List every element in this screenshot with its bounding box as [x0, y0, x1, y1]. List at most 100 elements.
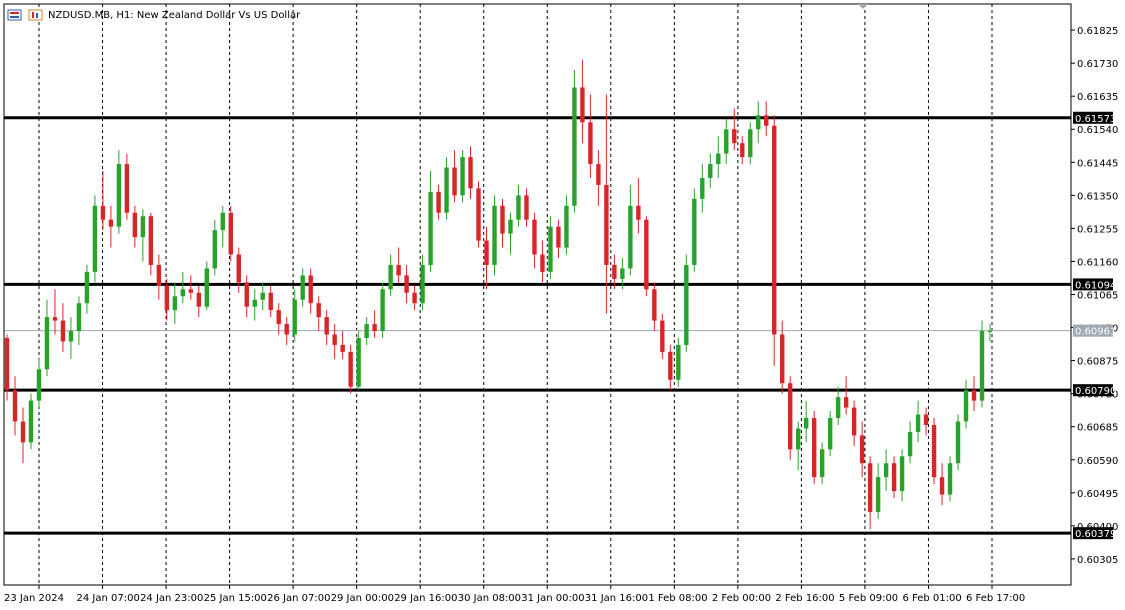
candle-body: [931, 424, 937, 478]
candle-body: [572, 87, 577, 206]
candle: [764, 101, 769, 137]
candle: [92, 195, 98, 283]
chart-type-icon[interactable]: [7, 9, 22, 21]
candle: [604, 94, 609, 314]
candle-body: [803, 418, 809, 429]
candle: [684, 254, 689, 352]
candle-body: [716, 153, 721, 165]
candle-body: [332, 334, 337, 345]
candle: [795, 421, 801, 471]
candle-body: [724, 129, 729, 154]
candle: [532, 212, 537, 269]
candle-body: [644, 219, 649, 290]
candle: [939, 463, 945, 505]
x-tick-label: 2 Feb 00:00: [712, 593, 771, 604]
chart-shift-marker[interactable]: [858, 4, 868, 9]
y-tick-label: 0.61635: [1077, 92, 1118, 103]
price-chart[interactable]: 23 Jan 2024 24 Jan 07:00 24 Jan 23:00 25 Ja…: [0, 0, 1125, 610]
candle: [508, 212, 513, 255]
candle: [460, 150, 465, 203]
candle: [364, 317, 369, 345]
candle-body: [268, 292, 273, 311]
candle: [292, 289, 297, 342]
candle-body: [604, 184, 609, 265]
candle-body: [260, 292, 265, 300]
y-tick-label: 0.61255: [1077, 224, 1118, 235]
candle: [172, 282, 178, 325]
x-tick-label: 31 Jan 00:00: [521, 593, 584, 604]
candle-body: [12, 390, 18, 422]
candle-body: [460, 157, 465, 196]
candle: [220, 205, 225, 248]
candle: [628, 184, 633, 276]
candle: [300, 268, 305, 307]
candle: [851, 400, 857, 446]
candle-body: [116, 164, 122, 227]
level-price-label: 0.61573: [1073, 111, 1116, 125]
candle: [140, 209, 146, 262]
candle-body: [676, 344, 681, 380]
x-tick-label: 1 Feb 08:00: [648, 593, 707, 604]
candle: [819, 442, 825, 485]
candle-body: [284, 324, 289, 335]
candle-body: [308, 275, 313, 304]
candle: [244, 275, 249, 318]
level-price-label: 0.60379: [1073, 527, 1116, 540]
level-price-label: 0.61094: [1073, 278, 1116, 291]
candle: [28, 393, 34, 450]
x-tick-label: 6 Feb 01:00: [902, 593, 961, 604]
candle-body: [947, 463, 953, 495]
candle-body: [100, 205, 106, 220]
candle-body: [172, 296, 178, 311]
candle-body: [835, 397, 841, 419]
candle: [580, 59, 585, 144]
candle-body: [300, 275, 305, 300]
candle: [700, 164, 705, 213]
candle: [708, 153, 713, 189]
candle-body: [780, 334, 785, 384]
candle-body: [388, 264, 393, 290]
candle-body: [156, 264, 162, 286]
candle: [588, 94, 593, 178]
candle-body: [516, 195, 521, 220]
candle-body: [508, 219, 513, 234]
candle-body: [867, 463, 873, 512]
candle-body: [316, 303, 321, 318]
x-tick-label: 24 Jan 23:00: [140, 593, 203, 604]
level-price-label: 0.60790: [1073, 384, 1116, 397]
axes: 23 Jan 2024 24 Jan 07:00 24 Jan 23:00 25 Ja…: [3, 3, 1118, 604]
x-tick-label: 29 Jan 16:00: [394, 593, 457, 604]
candle-body: [500, 205, 505, 234]
candle: [236, 247, 241, 293]
candle-body: [580, 87, 585, 123]
candle: [524, 188, 529, 227]
candle: [931, 418, 937, 485]
current-price-label: 0.60961: [1073, 324, 1116, 338]
candle-body: [788, 383, 793, 450]
candle-body: [851, 407, 857, 436]
x-tick-label: 24 Jan 07:00: [77, 593, 140, 604]
candle: [340, 331, 345, 359]
candle-body: [372, 324, 377, 332]
candle: [316, 296, 321, 332]
y-tick-label: 0.61540: [1077, 125, 1118, 136]
candle-body: [52, 317, 58, 321]
candle: [60, 303, 66, 352]
candle-body: [124, 164, 130, 213]
candle-body: [4, 337, 10, 391]
y-tick-label: 0.60590: [1077, 456, 1118, 467]
y-tick-label: 0.60305: [1077, 555, 1118, 566]
candle-body: [612, 264, 617, 279]
candle: [44, 299, 50, 377]
candle-body: [819, 449, 825, 478]
candle-body: [700, 177, 705, 199]
candle-body: [923, 414, 929, 425]
candle-body: [236, 254, 241, 283]
candle-body: [364, 324, 369, 338]
candle-body: [252, 299, 257, 307]
candle: [124, 153, 130, 220]
chart-window[interactable]: 23 Jan 2024 24 Jan 07:00 24 Jan 23:00 25 Ja…: [0, 0, 1125, 610]
candle: [260, 282, 265, 311]
candle: [108, 205, 114, 248]
indicator-icon[interactable]: [28, 9, 43, 21]
